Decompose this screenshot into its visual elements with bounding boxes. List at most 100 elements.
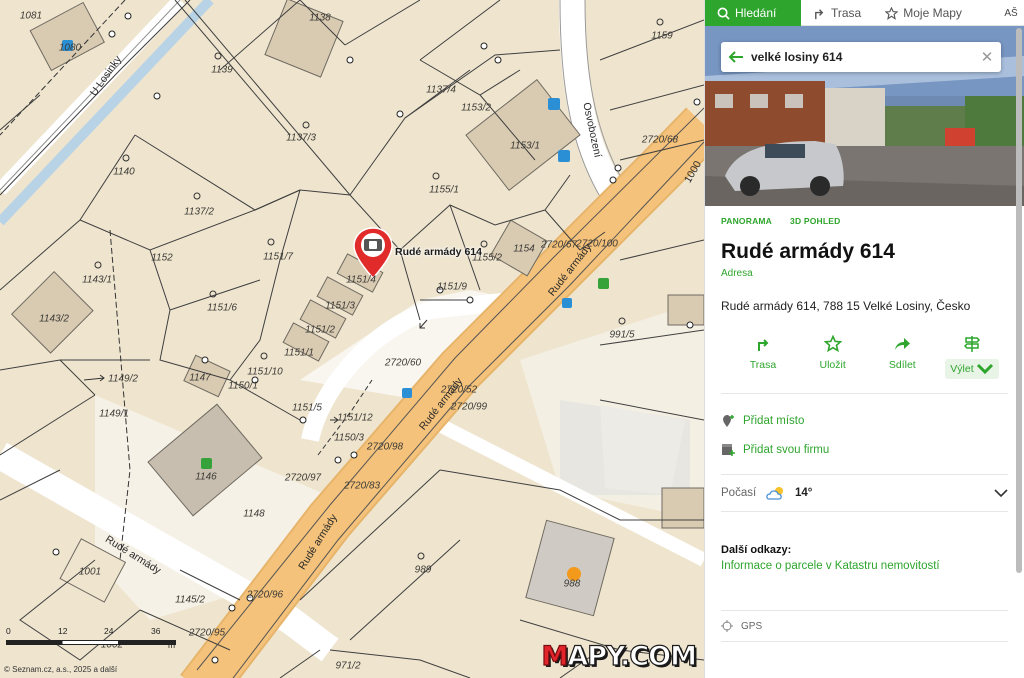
scale-bar: 0 12 24 36 m xyxy=(6,626,178,656)
star-icon xyxy=(885,6,899,20)
tab-my-maps[interactable]: Moje Mapy xyxy=(873,0,974,26)
trip-dropdown[interactable]: Výlet xyxy=(945,359,999,379)
tab-label: Hledání xyxy=(735,6,777,20)
parcel-label: 1080 xyxy=(58,42,82,54)
parcel-label: 1139 xyxy=(211,64,233,76)
tab-route[interactable]: Trasa xyxy=(801,0,873,26)
tab-label: Moje Mapy xyxy=(903,6,962,20)
tab-panorama[interactable]: PANORAMA xyxy=(721,216,772,226)
parcel-label: 1145/2 xyxy=(175,594,205,606)
building xyxy=(10,270,94,354)
poi-icon xyxy=(562,298,572,308)
logo-rest: APY.COM xyxy=(567,640,698,672)
avatar[interactable]: AŠ xyxy=(998,0,1024,26)
parcel-label: 971/2 xyxy=(335,660,361,672)
building xyxy=(661,487,704,529)
scale-tick: 12 xyxy=(58,626,68,636)
parcel-label: 2720/83 xyxy=(343,480,381,492)
logo-first: M xyxy=(541,640,569,672)
map-canvas[interactable]: 1081 1080 1138 1139 1137/4 1153/2 1159 1137/3 11… xyxy=(0,0,704,678)
parcel-label: 1140 xyxy=(113,166,135,178)
store-icon xyxy=(722,443,735,456)
poi-icon xyxy=(548,98,560,110)
copyright[interactable]: © Seznam.cz, a.s., 2025 a další xyxy=(4,665,117,674)
parcel-label: 1150/1 xyxy=(228,380,258,392)
top-nav: Hledání Trasa Moje Mapy AŠ xyxy=(705,0,1024,26)
action-label: Výlet xyxy=(950,363,974,375)
chevron-down-icon xyxy=(994,488,1008,497)
parcel-label: 2720/60 xyxy=(384,357,422,369)
building xyxy=(465,79,581,191)
parcel-label: 1151/6 xyxy=(207,302,237,314)
map-drawing xyxy=(0,0,704,678)
tab-3d-view[interactable]: 3D POHLED xyxy=(790,216,840,226)
chevron-down-icon xyxy=(976,363,993,375)
star-icon xyxy=(823,335,842,353)
place-type[interactable]: Adresa xyxy=(705,264,1024,279)
add-company-link[interactable]: Přidat svou firmu xyxy=(705,435,1024,464)
parcel-label: 1155/1 xyxy=(429,184,459,196)
parcel-label: 1153/1 xyxy=(510,140,540,152)
add-place-label: Přidat místo xyxy=(743,414,805,427)
parcel-label: 1151/5 xyxy=(292,402,322,414)
scrollbar[interactable] xyxy=(1016,28,1022,573)
route-icon xyxy=(758,339,769,351)
add-location-icon xyxy=(723,414,734,427)
gps-row[interactable]: GPS xyxy=(705,611,1024,641)
parcel-label: 989 xyxy=(414,564,432,576)
parcel-label: 1151/4 xyxy=(346,274,376,286)
close-icon[interactable]: ✕ xyxy=(973,48,1001,66)
parcel-label: 1146 xyxy=(195,471,217,483)
back-button[interactable] xyxy=(721,50,751,64)
field-hatched xyxy=(600,405,685,495)
tab-search[interactable]: Hledání xyxy=(705,0,801,26)
building xyxy=(264,0,344,78)
parcel-label: 1150/3 xyxy=(334,432,364,444)
parcel-label: 991/5 xyxy=(609,329,635,341)
search-icon xyxy=(717,7,730,20)
search-box[interactable]: velké losiny 614 ✕ xyxy=(721,42,1001,72)
weather-row[interactable]: Počasí 14° xyxy=(705,475,1024,511)
parcel-label: 1151/3 xyxy=(325,300,355,312)
share-icon xyxy=(895,338,911,350)
mapy-logo[interactable]: MAPY.COM xyxy=(541,640,698,672)
cadastre-link[interactable]: Informace o parcele v Katastru nemovitos… xyxy=(705,556,1024,572)
poi-icon xyxy=(558,150,570,162)
parcel-label: 1001 xyxy=(78,566,102,578)
action-label: Trasa xyxy=(749,359,777,371)
parcel-label: 1137/4 xyxy=(426,84,456,96)
save-button[interactable]: Uložit xyxy=(803,335,863,379)
parcel-label: 2720/68 xyxy=(641,134,679,146)
add-place-link[interactable]: Přidat místo xyxy=(705,406,1024,435)
poi-icon xyxy=(402,388,412,398)
parcel-label: 1153/2 xyxy=(461,102,491,114)
scale-tick: 0 xyxy=(6,626,11,636)
parcel-label: 2720/98 xyxy=(366,441,404,453)
gps-label: GPS xyxy=(741,620,763,632)
panorama-photo[interactable]: velké losiny 614 ✕ xyxy=(705,26,1024,206)
trip-button[interactable]: Výlet xyxy=(942,335,1002,379)
add-links: Přidat místo Přidat svou firmu xyxy=(705,394,1024,464)
parcel-label: 1138 xyxy=(309,12,331,24)
parcel-label: 2720/67 xyxy=(540,239,578,251)
building xyxy=(525,519,615,617)
poi-icon xyxy=(201,458,212,469)
weather-label: Počasí xyxy=(721,487,757,499)
route-button[interactable]: Trasa xyxy=(733,335,793,379)
action-label: Uložit xyxy=(819,359,846,371)
more-links-heading: Další odkazy: xyxy=(721,544,792,556)
photo-tabs: PANORAMA 3D POHLED xyxy=(705,206,1024,226)
parcel-label: 1159 xyxy=(651,30,673,42)
parcel-label: 2720/99 xyxy=(450,401,488,413)
parcel-label: 1151/10 xyxy=(247,366,283,378)
parcel-label: 1154 xyxy=(513,243,535,255)
parcel-label: 1151/9 xyxy=(437,281,467,293)
pin-label[interactable]: Rudé armády 614 xyxy=(395,246,482,258)
parcel-label: 1149/2 xyxy=(108,373,138,385)
parcel-label: 1151/7 xyxy=(263,251,293,263)
scale-bar-graphic xyxy=(6,640,176,645)
search-input[interactable]: velké losiny 614 xyxy=(751,50,973,64)
detail-panel: Hledání Trasa Moje Mapy AŠ velké losiny … xyxy=(704,0,1024,678)
tab-label: Trasa xyxy=(831,6,862,20)
share-button[interactable]: Sdílet xyxy=(872,335,932,379)
